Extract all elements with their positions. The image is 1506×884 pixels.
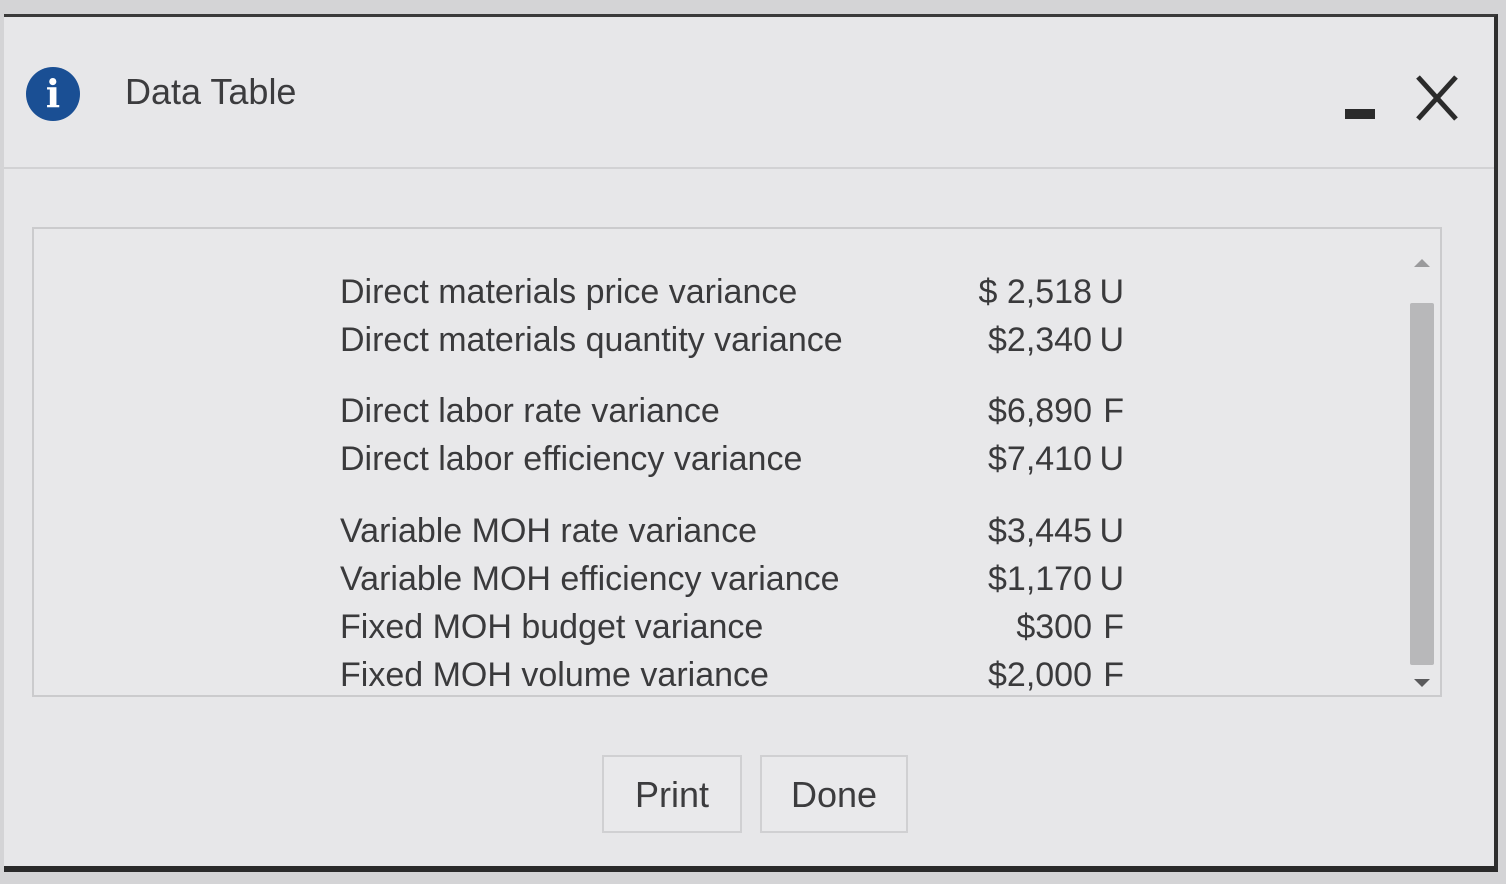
- table-row: Fixed MOH budget variance $300 F: [34, 608, 1404, 652]
- title-bar: i Data Table: [4, 17, 1494, 169]
- row-label: Variable MOH rate variance: [340, 512, 757, 550]
- scroll-thumb[interactable]: [1410, 303, 1434, 665]
- info-icon: i: [26, 67, 80, 121]
- table-row: Variable MOH efficiency variance $1,170 …: [34, 560, 1404, 604]
- row-label: Direct labor efficiency variance: [340, 440, 803, 478]
- close-button[interactable]: [1410, 71, 1464, 125]
- row-flag: U: [1099, 321, 1124, 359]
- table-row: Direct labor rate variance $6,890 F: [34, 392, 1404, 436]
- row-flag: U: [1099, 440, 1124, 478]
- row-amount: $2,340: [988, 321, 1092, 359]
- minimize-icon: [1345, 109, 1375, 119]
- row-label: Direct materials price variance: [340, 273, 798, 311]
- row-amount: $1,170: [988, 560, 1092, 598]
- vertical-scrollbar[interactable]: [1406, 259, 1438, 689]
- data-table-dialog: i Data Table Direct materials price vari…: [4, 14, 1498, 872]
- minimize-button[interactable]: [1342, 103, 1378, 127]
- row-amount: $2,000: [988, 656, 1092, 694]
- row-amount: $ 2,518: [978, 273, 1092, 311]
- row-amount: $6,890: [988, 392, 1092, 430]
- dialog-title: Data Table: [125, 71, 297, 112]
- row-amount: $3,445: [988, 512, 1092, 550]
- table-row: Direct materials quantity variance $2,34…: [34, 321, 1404, 365]
- row-flag: F: [1103, 656, 1124, 694]
- row-flag: U: [1099, 512, 1124, 550]
- row-label: Direct materials quantity variance: [340, 321, 843, 359]
- row-flag: U: [1099, 273, 1124, 311]
- row-flag: F: [1103, 392, 1124, 430]
- row-label: Fixed MOH volume variance: [340, 656, 769, 694]
- row-amount: $300: [1016, 608, 1092, 646]
- done-button[interactable]: Done: [760, 755, 908, 833]
- table-row: Fixed MOH volume variance $2,000 F: [34, 656, 1404, 700]
- scroll-up-arrow-icon[interactable]: [1414, 259, 1430, 267]
- row-label: Fixed MOH budget variance: [340, 608, 764, 646]
- table-row: Variable MOH rate variance $3,445 U: [34, 512, 1404, 556]
- row-flag: U: [1099, 560, 1124, 598]
- row-flag: F: [1103, 608, 1124, 646]
- table-row: Direct materials price variance $ 2,518 …: [34, 273, 1404, 317]
- row-label: Direct labor rate variance: [340, 392, 720, 430]
- table-row: Direct labor efficiency variance $7,410 …: [34, 440, 1404, 484]
- scroll-down-arrow-icon[interactable]: [1414, 679, 1430, 687]
- variance-table: Direct materials price variance $ 2,518 …: [32, 227, 1442, 697]
- row-label: Variable MOH efficiency variance: [340, 560, 840, 598]
- row-amount: $7,410: [988, 440, 1092, 478]
- close-icon: [1416, 75, 1458, 121]
- print-button[interactable]: Print: [602, 755, 742, 833]
